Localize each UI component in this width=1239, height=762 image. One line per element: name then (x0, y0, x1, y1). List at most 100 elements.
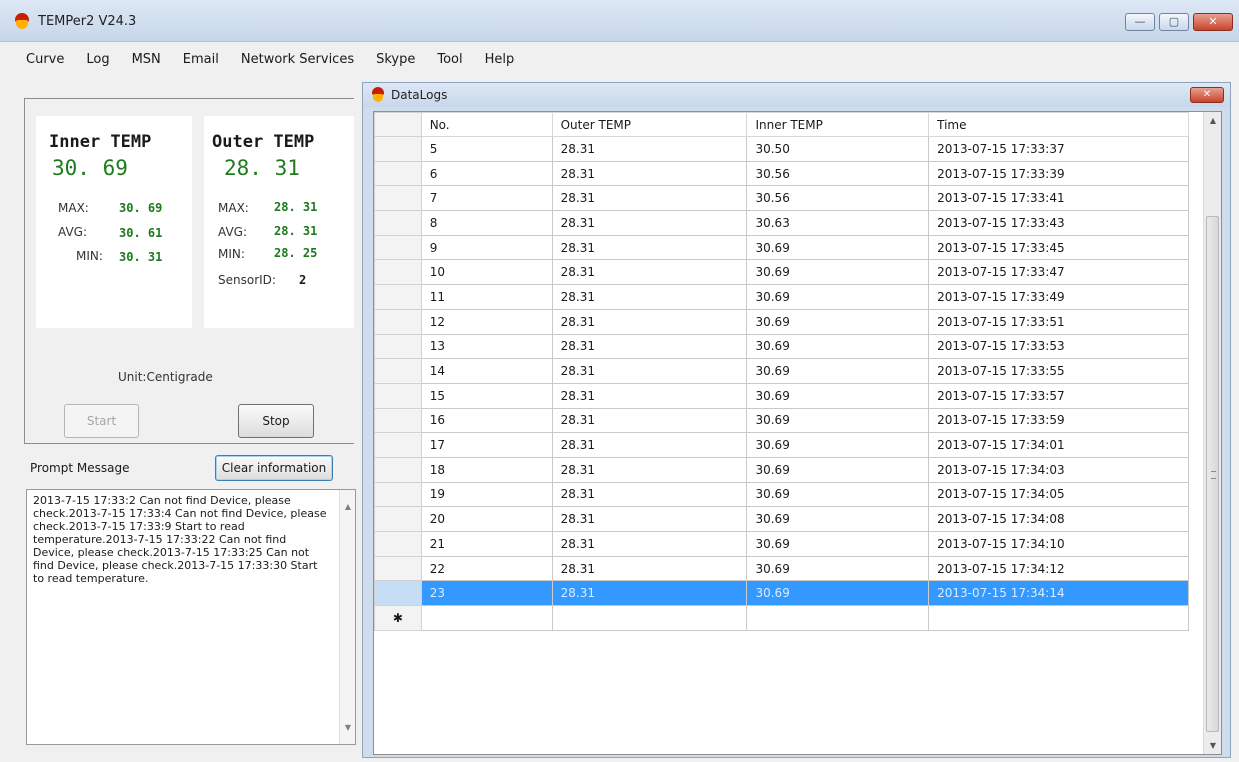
cell-no[interactable]: 10 (420, 259, 553, 286)
table-row[interactable]: 12 28.31 30.69 2013-07-15 17:33:51 (374, 308, 1189, 335)
cell-time[interactable]: 2013-07-15 17:34:08 (928, 506, 1189, 532)
datalogs-close-button[interactable]: ✕ (1190, 87, 1224, 103)
cell-inner-temp[interactable]: 30.56 (746, 160, 930, 187)
row-header[interactable] (374, 555, 422, 582)
row-header[interactable] (374, 308, 422, 335)
row-header[interactable] (374, 456, 422, 483)
cell-inner-temp[interactable]: 30.63 (746, 210, 930, 236)
cell-time[interactable]: 2013-07-15 17:33:59 (928, 407, 1189, 434)
cell-time[interactable]: 2013-07-15 17:33:53 (928, 333, 1189, 360)
cell-time[interactable]: 2013-07-15 17:33:51 (928, 308, 1189, 335)
cell-no[interactable]: 14 (420, 358, 553, 384)
cell-inner-temp[interactable]: 30.69 (746, 358, 930, 384)
cell-no[interactable]: 15 (420, 382, 553, 409)
cell-inner-temp[interactable]: 30.69 (746, 481, 930, 508)
new-row-cell[interactable] (928, 605, 1189, 631)
row-header[interactable] (374, 382, 422, 409)
cell-time[interactable]: 2013-07-15 17:33:57 (928, 382, 1189, 409)
cell-time[interactable]: 2013-07-15 17:33:39 (928, 160, 1189, 187)
cell-outer-temp[interactable]: 28.31 (551, 136, 748, 162)
cell-outer-temp[interactable]: 28.31 (551, 234, 748, 261)
cell-outer-temp[interactable]: 28.31 (551, 506, 748, 532)
new-row[interactable]: ✱ (374, 605, 1189, 631)
cell-inner-temp[interactable]: 30.69 (746, 382, 930, 409)
prompt-scrollbar[interactable]: ▲ ▼ (339, 490, 355, 744)
cell-outer-temp[interactable]: 28.31 (551, 555, 748, 582)
table-row[interactable]: 19 28.31 30.69 2013-07-15 17:34:05 (374, 481, 1189, 508)
cell-outer-temp[interactable]: 28.31 (551, 481, 748, 508)
table-row[interactable]: 10 28.31 30.69 2013-07-15 17:33:47 (374, 259, 1189, 286)
row-header[interactable] (374, 259, 422, 286)
cell-outer-temp[interactable]: 28.31 (551, 284, 748, 310)
cell-no[interactable]: 5 (420, 136, 553, 162)
cell-no[interactable]: 13 (420, 333, 553, 360)
prompt-message-box[interactable]: 2013-7-15 17:33:2 Can not find Device, p… (26, 489, 356, 745)
menu-skype[interactable]: Skype (372, 50, 419, 69)
cell-no[interactable]: 16 (420, 407, 553, 434)
cell-outer-temp[interactable]: 28.31 (551, 407, 748, 434)
title-bar[interactable]: TEMPer2 V24.3 — ▢ ✕ (0, 0, 1239, 42)
cell-inner-temp[interactable]: 30.50 (746, 136, 930, 162)
cell-time[interactable]: 2013-07-15 17:34:14 (928, 580, 1189, 607)
minimize-button[interactable]: — (1125, 13, 1155, 31)
row-header[interactable] (374, 580, 422, 607)
cell-outer-temp[interactable]: 28.31 (551, 531, 748, 557)
cell-inner-temp[interactable]: 30.69 (746, 284, 930, 310)
cell-outer-temp[interactable]: 28.31 (551, 580, 748, 607)
new-row-cell[interactable] (420, 605, 553, 631)
cell-time[interactable]: 2013-07-15 17:33:37 (928, 136, 1189, 162)
cell-inner-temp[interactable]: 30.69 (746, 308, 930, 335)
cell-no[interactable]: 19 (420, 481, 553, 508)
cell-inner-temp[interactable]: 30.69 (746, 555, 930, 582)
cell-inner-temp[interactable]: 30.69 (746, 456, 930, 483)
menu-help[interactable]: Help (481, 50, 519, 69)
row-header[interactable] (374, 531, 422, 557)
cell-outer-temp[interactable]: 28.31 (551, 185, 748, 212)
cell-outer-temp[interactable]: 28.31 (551, 456, 748, 483)
table-row[interactable]: 9 28.31 30.69 2013-07-15 17:33:45 (374, 234, 1189, 261)
table-row[interactable]: 6 28.31 30.56 2013-07-15 17:33:39 (374, 160, 1189, 187)
table-row[interactable]: 16 28.31 30.69 2013-07-15 17:33:59 (374, 407, 1189, 434)
new-row-cell[interactable] (551, 605, 748, 631)
cell-inner-temp[interactable]: 30.69 (746, 234, 930, 261)
menu-curve[interactable]: Curve (22, 50, 68, 69)
table-row[interactable]: 13 28.31 30.69 2013-07-15 17:33:53 (374, 333, 1189, 360)
maximize-button[interactable]: ▢ (1159, 13, 1189, 31)
cell-inner-temp[interactable]: 30.69 (746, 407, 930, 434)
menu-log[interactable]: Log (82, 50, 113, 69)
cell-inner-temp[interactable]: 30.56 (746, 185, 930, 212)
cell-no[interactable]: 17 (420, 432, 553, 458)
header-col-no[interactable]: No. (420, 112, 553, 137)
stop-button[interactable]: Stop (238, 404, 314, 438)
clear-information-button[interactable]: Clear information (215, 455, 333, 481)
table-row[interactable]: 17 28.31 30.69 2013-07-15 17:34:01 (374, 432, 1189, 458)
table-row[interactable]: 23 28.31 30.69 2013-07-15 17:34:14 (374, 580, 1189, 607)
scroll-down-arrow-icon[interactable]: ▼ (340, 723, 356, 732)
header-col-inner-temp[interactable]: Inner TEMP (746, 112, 930, 137)
cell-time[interactable]: 2013-07-15 17:33:49 (928, 284, 1189, 310)
header-col-time[interactable]: Time (928, 112, 1189, 137)
menu-email[interactable]: Email (179, 50, 223, 69)
cell-outer-temp[interactable]: 28.31 (551, 160, 748, 187)
table-row[interactable]: 20 28.31 30.69 2013-07-15 17:34:08 (374, 506, 1189, 532)
cell-no[interactable]: 18 (420, 456, 553, 483)
new-row-cell[interactable] (746, 605, 930, 631)
cell-inner-temp[interactable]: 30.69 (746, 531, 930, 557)
menu-tool[interactable]: Tool (433, 50, 466, 69)
row-header[interactable] (374, 333, 422, 360)
datalogs-title-bar[interactable]: DataLogs ✕ (363, 83, 1230, 107)
row-header[interactable] (374, 284, 422, 310)
cell-no[interactable]: 12 (420, 308, 553, 335)
row-header[interactable] (374, 136, 422, 162)
row-header[interactable] (374, 432, 422, 458)
cell-no[interactable]: 9 (420, 234, 553, 261)
row-header[interactable] (374, 185, 422, 212)
scroll-up-arrow-icon[interactable]: ▲ (340, 502, 356, 511)
row-header[interactable] (374, 234, 422, 261)
cell-no[interactable]: 8 (420, 210, 553, 236)
cell-time[interactable]: 2013-07-15 17:34:10 (928, 531, 1189, 557)
cell-inner-temp[interactable]: 30.69 (746, 259, 930, 286)
row-header[interactable] (374, 358, 422, 384)
cell-no[interactable]: 20 (420, 506, 553, 532)
table-row[interactable]: 21 28.31 30.69 2013-07-15 17:34:10 (374, 531, 1189, 557)
